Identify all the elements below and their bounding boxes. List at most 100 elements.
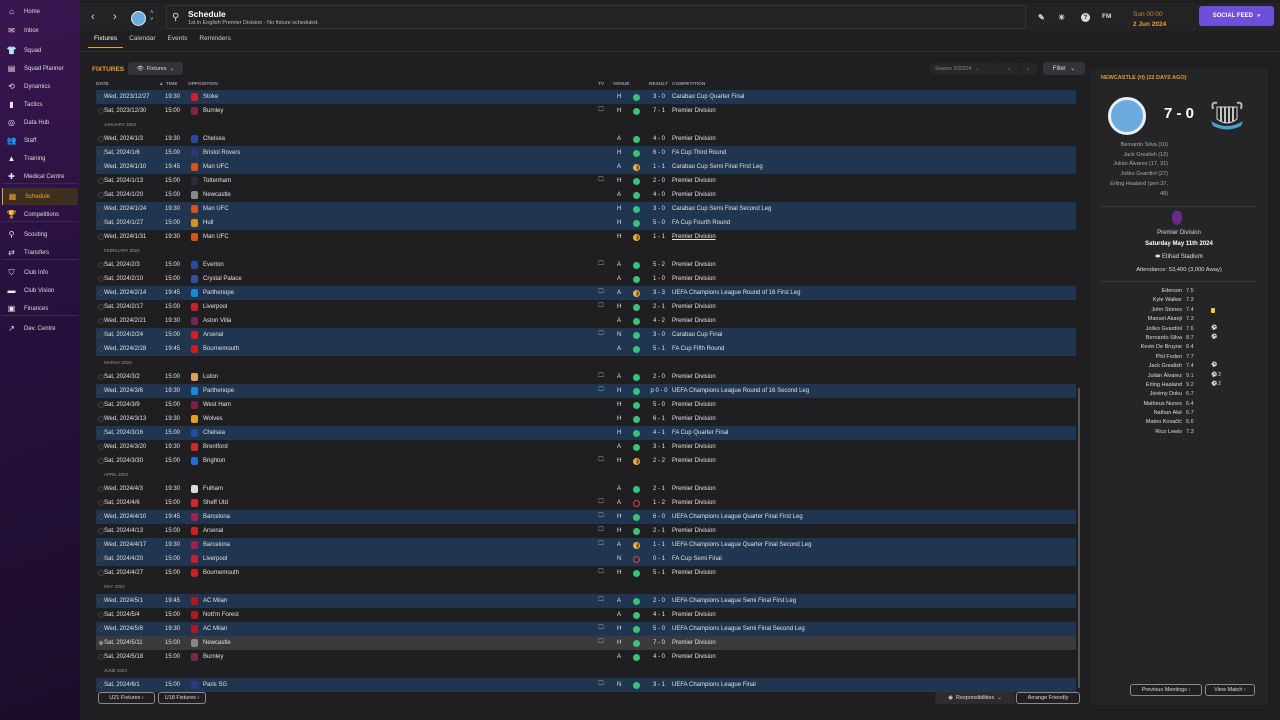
tab-calendar[interactable]: Calendar <box>123 33 161 48</box>
table-row[interactable]: Sat, 2024/3/16 15:00 Chelsea H 4 - 1 FA Cup Q… <box>96 426 1076 440</box>
season-prev-button[interactable]: ‹ <box>1000 63 1018 75</box>
competition-link[interactable]: Carabao Cup Quarter Final <box>672 94 744 100</box>
competition-link[interactable]: UEFA Champions League Quarter Final Seco… <box>672 542 811 548</box>
previous-meetings-button[interactable]: Previous Meetings › <box>1130 684 1202 696</box>
opponent-link[interactable]: Burnley <box>203 108 223 114</box>
opponent-link[interactable]: Liverpool <box>203 304 227 310</box>
responsibilities-dropdown[interactable]: ◉ Responsibilities ⌄ <box>935 692 1015 704</box>
player-row[interactable]: Ederson 7.5 <box>1090 287 1268 296</box>
competition-link[interactable]: Premier Division <box>672 318 716 324</box>
sidebar-item-scouting[interactable]: ⚲ Scouting <box>2 226 78 243</box>
opponent-link[interactable]: Chelsea <box>203 136 225 142</box>
opponent-link[interactable]: Parthenope <box>203 388 234 394</box>
table-row[interactable]: Wed, 2024/3/6 19:30 Parthenope 🖵 Hp 0 - 0 UEF… <box>96 384 1076 398</box>
competition-link[interactable]: Premier Division <box>672 416 716 422</box>
table-row[interactable]: Wed, 2024/1/24 19:30 Man UFC H 3 - 0 Carabao … <box>96 202 1076 216</box>
competition-link[interactable]: Premier Division <box>672 528 716 534</box>
competition-link[interactable]: Premier Division <box>672 500 716 506</box>
table-row[interactable]: Sat, 2024/2/3 15:00 Everton 🖵 A 5 - 2 Premier … <box>96 258 1076 272</box>
competition-link[interactable]: FA Cup Quarter Final <box>672 430 728 436</box>
opponent-link[interactable]: Barcelona <box>203 514 230 520</box>
competition-link[interactable]: FA Cup Third Round <box>672 150 726 156</box>
club-crest[interactable] <box>131 11 146 26</box>
table-row[interactable]: Wed, 2024/3/20 19:30 Brentford A 3 - 1 Premie… <box>96 440 1076 454</box>
competition-link[interactable]: Carabao Cup Final <box>672 332 722 338</box>
competition-link[interactable]: Carabao Cup Semi Final Second Leg <box>672 206 771 212</box>
opponent-link[interactable]: Fulham <box>203 486 223 492</box>
help-icon[interactable]: ? <box>1081 13 1090 22</box>
table-row[interactable]: Wed, 2024/4/3 19:30 Fulham A 2 - 1 Premier Di… <box>96 482 1076 496</box>
competition-link[interactable]: UEFA Champions League Round of 16 First … <box>672 290 800 296</box>
opponent-link[interactable]: Brentford <box>203 444 228 450</box>
table-row[interactable]: Sat, 2024/4/27 15:00 Bournemouth 🖵 H 5 - 1 Pre… <box>96 566 1076 580</box>
player-row[interactable]: Julián Álvarez 9.1 ⚽ 2 <box>1090 372 1268 381</box>
col-opposition[interactable]: OPPOSITION <box>188 82 218 87</box>
forward-button[interactable]: › <box>113 11 117 23</box>
table-row[interactable]: Wed, 2024/1/3 19:30 Chelsea A 4 - 0 Premier D… <box>96 132 1076 146</box>
player-row[interactable]: Kevin De Bruyne 8.4 <box>1090 343 1268 352</box>
table-row[interactable]: Sat, 2024/1/27 15:00 Hull H 5 - 0 FA Cup Four… <box>96 216 1076 230</box>
opponent-link[interactable]: Burnley <box>203 654 223 660</box>
competition-link[interactable]: UEFA Champions League Final <box>672 682 756 688</box>
opponent-link[interactable]: Bournemouth <box>203 346 239 352</box>
player-row[interactable]: Manuel Akanji 7.3 <box>1090 315 1268 324</box>
table-row[interactable]: Sat, 2024/5/11 15:00 Newcastle 🖵 H 7 - 0 Premi… <box>96 636 1076 650</box>
opponent-link[interactable]: Newcastle <box>203 640 231 646</box>
sidebar-item-club-info[interactable]: ⛉ Club Info <box>2 264 78 281</box>
competition-link[interactable]: Premier Division <box>672 612 716 618</box>
table-row[interactable]: Wed, 2024/2/28 19:45 Bournemouth A 5 - 1 FA C… <box>96 342 1076 356</box>
opponent-link[interactable]: Stoke <box>203 94 218 100</box>
table-row[interactable]: Sat, 2024/1/6 15:00 Bristol Rovers H 6 - 0 FA… <box>96 146 1076 160</box>
table-row[interactable]: Sat, 2024/2/17 15:00 Liverpool 🖵 H 2 - 1 Premi… <box>96 300 1076 314</box>
player-row[interactable]: Jack Grealish 7.4 ⚽ <box>1090 362 1268 371</box>
scrollbar[interactable] <box>1078 388 1080 688</box>
competition-link[interactable]: Premier Division <box>672 486 716 492</box>
table-row[interactable]: Wed, 2024/5/1 19:45 AC Milan 🖵 A 2 - 0 UEFA Ch… <box>96 594 1076 608</box>
col-competition[interactable]: COMPETITION <box>672 82 705 87</box>
sidebar-item-squad[interactable]: 👕 Squad <box>2 42 78 59</box>
opponent-link[interactable]: AC Milan <box>203 598 227 604</box>
table-row[interactable]: Wed, 2024/2/14 19:45 Parthenope 🖵 A 3 - 3 UEFA… <box>96 286 1076 300</box>
table-row[interactable]: Wed, 2024/5/8 19:30 AC Milan 🖵 H 5 - 0 UEFA Ch… <box>96 622 1076 636</box>
sidebar-item-training[interactable]: ▲ Training <box>2 150 78 167</box>
competition-link[interactable]: Premier Division <box>672 570 716 576</box>
sidebar-item-home[interactable]: ⌂ Home <box>2 3 78 20</box>
competition-link[interactable]: UEFA Champions League Round of 16 Second… <box>672 388 809 394</box>
table-row[interactable]: Sat, 2024/4/6 15:00 Sheff Utd 🖵 A 1 - 2 Premie… <box>96 496 1076 510</box>
sidebar-item-club-vision[interactable]: ▬ Club Vision <box>2 282 78 299</box>
opponent-link[interactable]: Newcastle <box>203 192 231 198</box>
competition-link[interactable]: Premier Division <box>672 374 716 380</box>
bulb-icon[interactable]: ☀ <box>1058 13 1065 22</box>
opponent-link[interactable]: Bournemouth <box>203 570 239 576</box>
opponent-link[interactable]: Man UFC <box>203 206 229 212</box>
competition-link[interactable]: Premier Division <box>672 234 716 240</box>
competition-link[interactable]: Premier Division <box>672 262 716 268</box>
competition-link[interactable]: Premier Division <box>672 136 716 142</box>
competition-link[interactable]: UEFA Champions League Semi Final Second … <box>672 626 805 632</box>
title-search-box[interactable]: ⚲ Schedule 1st in English Premier Divisi… <box>166 5 1026 29</box>
competition-link[interactable]: Premier Division <box>672 640 716 646</box>
player-row[interactable]: Mateo Kovačić 6.6 <box>1090 418 1268 427</box>
season-next-button[interactable]: › <box>1019 63 1037 75</box>
sidebar-item-dev-centre[interactable]: ↗ Dev. Centre <box>2 320 78 337</box>
player-row[interactable]: Matheus Nunes 6.4 <box>1090 400 1268 409</box>
competition-link[interactable]: Premier Division <box>672 444 716 450</box>
opponent-link[interactable]: Chelsea <box>203 430 225 436</box>
col-venue[interactable]: VENUE <box>613 82 630 87</box>
table-row[interactable]: Wed, 2024/3/13 19:30 Wolves H 6 - 1 Premier D… <box>96 412 1076 426</box>
social-feed-button[interactable]: SOCIAL FEED» <box>1199 6 1274 26</box>
table-row[interactable]: Sat, 2024/2/10 15:00 Crystal Palace A 1 - 0 P… <box>96 272 1076 286</box>
col-time[interactable]: TIME <box>166 82 177 87</box>
opponent-link[interactable]: West Ham <box>203 402 231 408</box>
arrange-friendly-button[interactable]: Arrange Friendly <box>1016 692 1080 704</box>
player-row[interactable]: Kyle Walker 7.3 <box>1090 296 1268 305</box>
col-date[interactable]: DATE <box>96 82 109 87</box>
opponent-link[interactable]: Brighton <box>203 458 225 464</box>
competition-link[interactable]: UEFA Champions League Quarter Final Firs… <box>672 514 803 520</box>
table-row[interactable]: Wed, 2024/2/21 19:30 Aston Villa A 4 - 2 Prem… <box>96 314 1076 328</box>
sidebar-item-inbox[interactable]: ✉ Inbox <box>2 22 78 39</box>
opponent-link[interactable]: Everton <box>203 262 224 268</box>
tab-reminders[interactable]: Reminders <box>193 33 236 48</box>
opponent-link[interactable]: Barcelona <box>203 542 230 548</box>
table-row[interactable]: Sat, 2024/1/13 15:00 Tottenham 🖵 H 2 - 0 Premi… <box>96 174 1076 188</box>
